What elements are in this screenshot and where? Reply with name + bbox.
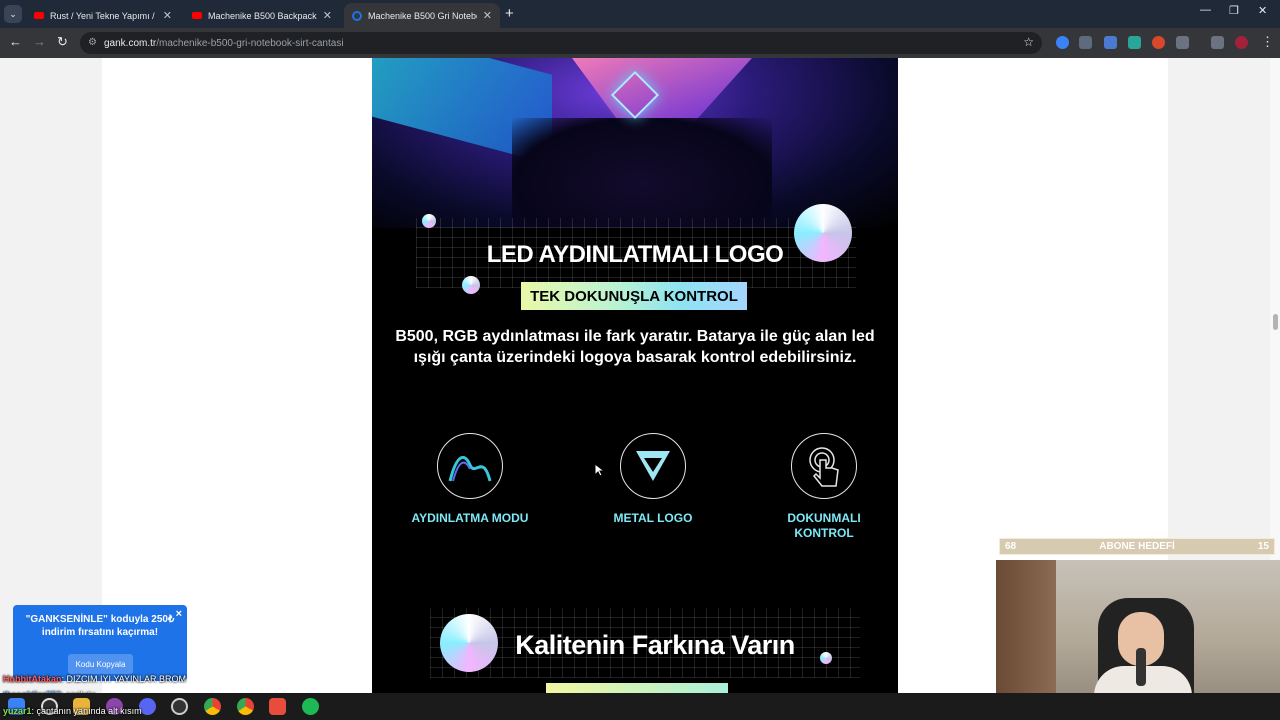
feature-label: METAL LOGO bbox=[613, 511, 693, 525]
url-path: /machenike-b500-gri-notebook-sirt-cantas… bbox=[156, 37, 344, 49]
feature-pill: TEK DOKUNUŞLA KONTROL bbox=[521, 282, 747, 310]
forward-icon[interactable]: → bbox=[33, 34, 46, 49]
chrome-icon[interactable] bbox=[237, 698, 254, 715]
scrollbar-thumb[interactable] bbox=[1273, 314, 1278, 330]
section-headline: Kalitenin Farkına Varın bbox=[515, 630, 795, 660]
chrome-sticker bbox=[462, 276, 480, 294]
new-tab-button[interactable]: + bbox=[505, 5, 514, 22]
back-icon[interactable]: ← bbox=[9, 34, 22, 49]
obs-icon[interactable] bbox=[171, 698, 188, 715]
chat-text: : çantanın yanında alt kısım bbox=[31, 706, 142, 716]
taskbar bbox=[0, 693, 1280, 720]
chat-text: : DIZCIM IYI YAYINLAR BROM bbox=[61, 674, 187, 684]
extensions-puzzle-icon[interactable] bbox=[1176, 36, 1189, 49]
copy-code-button[interactable]: Kodu Kopyala bbox=[68, 654, 133, 674]
feature-touch-control: DOKUNMALI KONTROL bbox=[764, 433, 884, 541]
navigation-toolbar: ← → ↻ ⚙ gank.com.tr/machenike-b500-gri-n… bbox=[0, 28, 1280, 58]
youtube-icon bbox=[34, 12, 44, 19]
spotify-icon[interactable] bbox=[302, 698, 319, 715]
microphone bbox=[1136, 648, 1146, 686]
coupon-text: "GANKSENİNLE" koduyla 250₺ indirim fırsa… bbox=[25, 614, 175, 638]
gank-icon bbox=[352, 10, 362, 21]
browser-window: ⌄ Rust / Yeni Tekne Yapımı / Deniz... ✕ … bbox=[0, 0, 1280, 58]
window-close-icon[interactable]: ✕ bbox=[1258, 4, 1267, 17]
tab-gank-active[interactable]: Machenike B500 Gri Notebook Sırt... ✕ bbox=[344, 3, 500, 28]
touch-hand-icon bbox=[791, 433, 857, 499]
backpack-shadow bbox=[512, 118, 772, 228]
chrome-icon[interactable] bbox=[204, 698, 221, 715]
feature-pill bbox=[546, 683, 728, 693]
product-promo-banner: LED AYDINLATMALI LOGO TEK DOKUNUŞLA KONT… bbox=[372, 58, 898, 693]
extension-icon[interactable] bbox=[1128, 36, 1141, 49]
tab-youtube-backpack[interactable]: Machenike B500 Backpack | Tre... ✕ bbox=[184, 3, 340, 28]
chat-message: HobbitAtakan: DIZCIM IYI YAYINLAR BROM bbox=[3, 674, 186, 684]
restore-icon[interactable]: ❐ bbox=[1229, 4, 1239, 17]
site-info-icon[interactable]: ⚙ bbox=[88, 37, 97, 48]
url-domain: gank.com.tr bbox=[104, 37, 157, 49]
chat-message: yuzar1: çantanın yanında alt kısım bbox=[3, 706, 142, 716]
bookmark-star-icon[interactable]: ☆ bbox=[1023, 35, 1034, 49]
extension-icon[interactable] bbox=[1104, 36, 1117, 49]
tab-rust[interactable]: Rust / Yeni Tekne Yapımı / Deniz... ✕ bbox=[26, 3, 180, 28]
chat-username: HobbitAtakan bbox=[3, 674, 62, 684]
close-tab-icon[interactable]: ✕ bbox=[163, 9, 172, 22]
shield-logo-icon bbox=[620, 433, 686, 499]
feature-metal-logo: METAL LOGO bbox=[593, 433, 713, 526]
chat-username: yuzar1 bbox=[3, 706, 32, 716]
tab-title: Rust / Yeni Tekne Yapımı / Deniz... bbox=[50, 10, 157, 21]
minimize-icon[interactable]: — bbox=[1200, 4, 1211, 16]
mouse-cursor-icon bbox=[594, 463, 604, 477]
tab-title: Machenike B500 Gri Notebook Sırt... bbox=[368, 10, 477, 21]
profile-avatar[interactable] bbox=[1235, 36, 1248, 49]
subscriber-goal-bar: 68 ABONE HEDEFİ 15 bbox=[999, 538, 1275, 555]
goal-title: ABONE HEDEFİ bbox=[1099, 541, 1175, 552]
reload-icon[interactable]: ↻ bbox=[57, 34, 68, 50]
extension-icon[interactable] bbox=[1152, 36, 1165, 49]
extension-icon[interactable] bbox=[1056, 36, 1069, 49]
chrome-sticker bbox=[422, 214, 436, 228]
goal-target: 15 bbox=[1257, 541, 1269, 552]
address-bar[interactable]: ⚙ gank.com.tr/machenike-b500-gri-noteboo… bbox=[80, 32, 1042, 54]
coupon-popup: × "GANKSENİNLE" koduyla 250₺ indirim fır… bbox=[13, 605, 187, 681]
hero-image bbox=[372, 58, 898, 228]
popup-close-icon[interactable]: × bbox=[176, 608, 182, 621]
close-tab-icon[interactable]: ✕ bbox=[323, 9, 332, 22]
tab-title: Machenike B500 Backpack | Tre... bbox=[208, 10, 317, 21]
tab-search-icon[interactable]: ⌄ bbox=[4, 5, 22, 23]
youtube-icon bbox=[192, 12, 202, 19]
tab-strip: ⌄ Rust / Yeni Tekne Yapımı / Deniz... ✕ … bbox=[0, 0, 1280, 28]
app-icon[interactable] bbox=[269, 698, 286, 715]
extension-icon[interactable] bbox=[1079, 36, 1092, 49]
reading-list-icon[interactable] bbox=[1211, 36, 1224, 49]
wave-icon bbox=[437, 433, 503, 499]
feature-lighting-mode: AYDINLATMA MODU bbox=[410, 433, 530, 526]
promo-headline: LED AYDINLATMALI LOGO bbox=[486, 241, 784, 268]
menu-icon[interactable]: ⋮ bbox=[1261, 34, 1274, 50]
feature-label: DOKUNMALI KONTROL bbox=[787, 511, 861, 540]
promo-description: B500, RGB aydınlatması ile fark yaratır.… bbox=[395, 328, 875, 366]
feature-label: AYDINLATMA MODU bbox=[411, 511, 529, 525]
close-tab-icon[interactable]: ✕ bbox=[483, 9, 492, 22]
